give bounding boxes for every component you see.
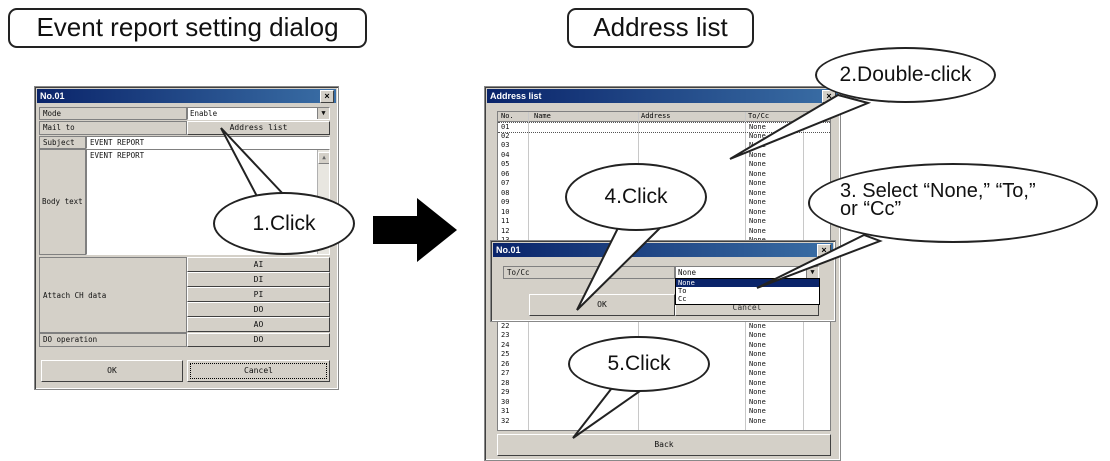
callout-1-text: 1.Click: [252, 212, 316, 235]
callout-5-pointer: [572, 383, 654, 439]
callout-2-pointer: [729, 93, 872, 160]
callout-3-pointer: [756, 233, 883, 289]
callout-1-pointer: [220, 127, 287, 204]
callout-2-double-click: 2.Double-click: [815, 47, 996, 103]
callout-4-pointer: [576, 222, 663, 311]
callout-4-text: 4.Click: [604, 185, 668, 208]
callout-3-text-line2: or “Cc”: [840, 198, 902, 220]
callout-2-text: 2.Double-click: [839, 63, 972, 86]
callout-3-select: 3. Select “None,” “To,” or “Cc”: [808, 163, 1098, 243]
callout-1-click: 1.Click: [213, 192, 355, 255]
callout-5-click: 5.Click: [568, 336, 710, 392]
callout-5-text: 5.Click: [607, 352, 671, 375]
callout-4-click: 4.Click: [565, 163, 707, 231]
